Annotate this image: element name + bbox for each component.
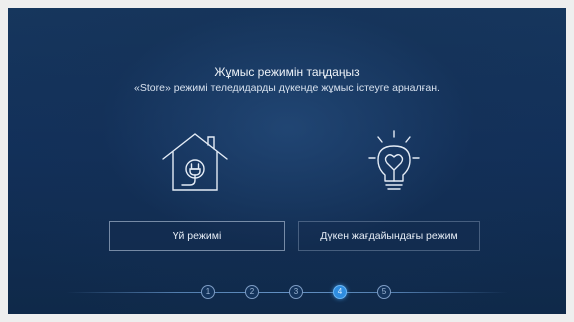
tv-frame: Жұмыс режимін таңдаңыз «Store» режимі те… <box>0 0 574 322</box>
home-mode-button[interactable]: Үй режимі <box>109 221 285 251</box>
step-2: 2 <box>245 285 259 299</box>
step-4-current: 4 <box>333 285 347 299</box>
page-subtitle: «Store» режимі теледидарды дүкенде жұмыс… <box>134 82 440 94</box>
step-3: 3 <box>289 285 303 299</box>
store-mode-label: Дүкен жағдайындағы режим <box>320 230 458 242</box>
setup-screen: Жұмыс режимін таңдаңыз «Store» режимі те… <box>8 8 566 314</box>
page-title: Жұмыс режимін таңдаңыз <box>214 65 360 79</box>
store-mode-button[interactable]: Дүкен жағдайындағы режим <box>298 221 480 251</box>
step-5: 5 <box>377 285 391 299</box>
stepper-line <box>66 292 508 293</box>
setup-progress-stepper: 1 2 3 4 5 <box>8 283 566 303</box>
step-1: 1 <box>201 285 215 299</box>
house-with-plug-icon <box>160 130 230 194</box>
home-mode-label: Үй режимі <box>172 230 222 242</box>
lightbulb-heart-icon <box>363 128 425 200</box>
